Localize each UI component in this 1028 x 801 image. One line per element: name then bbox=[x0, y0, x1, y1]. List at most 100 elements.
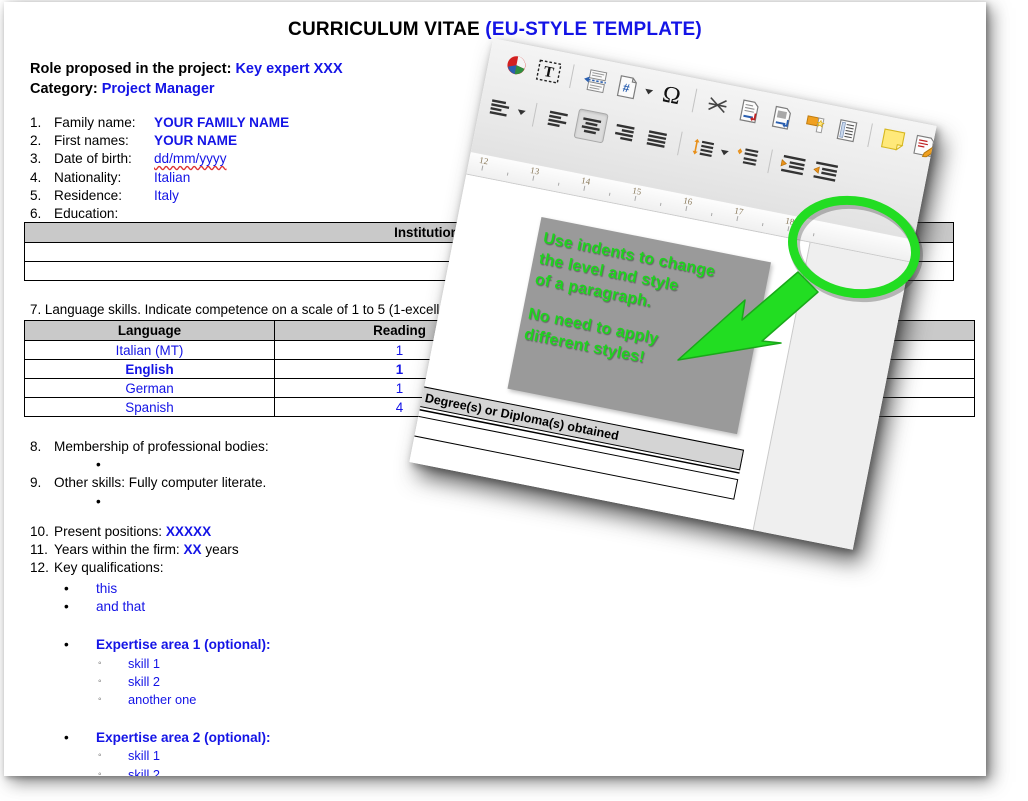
list-item-value: Italy bbox=[154, 187, 179, 203]
list-item-number: 4. bbox=[30, 169, 42, 185]
ruler-label: 13 bbox=[529, 165, 541, 177]
list-item-value: XX bbox=[183, 541, 202, 557]
list-item: 5. Residence: Italy bbox=[30, 187, 289, 205]
decrease-indent-button[interactable] bbox=[809, 156, 842, 189]
ruler-label: 17 bbox=[733, 205, 745, 217]
align-center-button[interactable] bbox=[573, 108, 609, 144]
separator bbox=[767, 149, 773, 174]
formatting-marks-icon[interactable] bbox=[701, 89, 734, 122]
qualification-text: this bbox=[96, 581, 118, 596]
qualification-item: • and that bbox=[30, 598, 271, 616]
list-item-number: 2. bbox=[30, 133, 42, 149]
qualification-text: skill 1 bbox=[128, 655, 160, 671]
insert-bookmark-icon[interactable] bbox=[798, 108, 831, 141]
ruler-label: 14 bbox=[580, 175, 592, 187]
list-item-label: Residence: bbox=[54, 187, 123, 203]
paragraph-spacing-icon[interactable] bbox=[731, 140, 764, 173]
qualification-subitem: ◦ skill 2 bbox=[30, 766, 271, 776]
list-item-label: Nationality: bbox=[54, 169, 122, 185]
ruler-label: 12 bbox=[478, 154, 490, 167]
qualification-subitem: ◦ skill 1 bbox=[30, 655, 271, 673]
insert-comment-icon[interactable] bbox=[877, 123, 910, 156]
list-item-label: Years within the firm: bbox=[54, 541, 184, 557]
list-item: 9. Other skills: Fully computer literate. bbox=[30, 474, 269, 492]
increase-indent-button[interactable] bbox=[777, 149, 810, 182]
text-box-icon[interactable]: T bbox=[532, 55, 565, 88]
cell-language[interactable]: German bbox=[24, 378, 275, 398]
list-item-number: 10. bbox=[30, 523, 49, 539]
cell-language[interactable]: Italian (MT) bbox=[24, 340, 275, 360]
insert-field-icon[interactable]: # bbox=[611, 71, 644, 104]
align-justified-button[interactable] bbox=[640, 122, 673, 155]
list-item-value: Italian bbox=[154, 169, 191, 185]
list-item-label: Present positions: bbox=[54, 523, 166, 539]
paragraph-style-icon[interactable] bbox=[483, 91, 516, 124]
align-right-button[interactable] bbox=[608, 116, 641, 149]
list-item-label: Education: bbox=[54, 205, 119, 221]
role-line: Role proposed in the project: Key expert… bbox=[30, 60, 343, 80]
qualification-subitem: ◦ another one bbox=[30, 691, 271, 709]
list-item-value: YOUR FAMILY NAME bbox=[154, 115, 290, 130]
list-item: 2. First names: YOUR NAME bbox=[30, 132, 289, 150]
list-item: 10. Present positions: XXXXX bbox=[30, 523, 269, 541]
page-title-blue: (EU-STYLE TEMPLATE) bbox=[485, 19, 702, 40]
bullet-item: • bbox=[30, 456, 269, 474]
separator bbox=[867, 123, 873, 148]
list-item: 4. Nationality: Italian bbox=[30, 169, 289, 187]
list-item-label: First names: bbox=[54, 133, 129, 149]
bullet-glyph: • bbox=[64, 730, 69, 746]
align-left-button[interactable] bbox=[541, 103, 574, 136]
qualification-subitem: ◦ skill 1 bbox=[30, 747, 271, 765]
special-character-icon[interactable]: Ω bbox=[655, 79, 688, 112]
qualification-text: skill 2 bbox=[128, 766, 160, 776]
category-value: Project Manager bbox=[101, 80, 215, 97]
page-title-black: CURRICULUM VITAE bbox=[288, 19, 486, 40]
role-label: Role proposed in the project: bbox=[30, 61, 236, 77]
qualification-text: Expertise area 2 (optional): bbox=[96, 730, 271, 746]
bullet-glyph: ◦ bbox=[98, 694, 102, 706]
separator bbox=[691, 88, 698, 113]
list-item-label: Date of birth: bbox=[54, 151, 132, 167]
chevron-down-icon[interactable] bbox=[517, 108, 526, 116]
insert-endnote-icon[interactable] bbox=[766, 101, 799, 134]
list-item-number: 5. bbox=[30, 187, 42, 203]
cell-language[interactable]: Spanish bbox=[24, 397, 275, 417]
list-item-value: YOUR NAME bbox=[154, 133, 238, 149]
cell-language[interactable]: English bbox=[24, 359, 275, 379]
qualification-item: • this bbox=[30, 580, 271, 598]
list-item-value: XXXXX bbox=[165, 523, 212, 539]
bullet-item: • bbox=[30, 493, 269, 511]
qualification-text: skill 1 bbox=[128, 748, 160, 764]
bullet-glyph: ◦ bbox=[98, 768, 102, 776]
ruler-label: 18 bbox=[784, 215, 796, 228]
chart-icon[interactable] bbox=[500, 49, 533, 82]
list-item-number: 8. bbox=[30, 439, 42, 454]
list-item-number: 11. bbox=[30, 541, 48, 557]
ruler-label: 15 bbox=[631, 185, 643, 197]
insert-footnote-icon[interactable] bbox=[733, 95, 766, 128]
page-break-icon[interactable] bbox=[578, 64, 611, 97]
bullet-glyph: • bbox=[96, 457, 101, 473]
bullet-glyph: ◦ bbox=[98, 657, 102, 669]
list-item-number: 12. bbox=[30, 560, 49, 576]
svg-text:T: T bbox=[542, 64, 555, 82]
chevron-down-icon[interactable] bbox=[720, 149, 729, 156]
list-item-label: Family name: bbox=[54, 115, 136, 130]
insert-index-entry-icon[interactable] bbox=[831, 114, 864, 147]
list-item-number: 3. bbox=[30, 151, 42, 167]
bullet-glyph: • bbox=[64, 599, 69, 615]
list-item-number: 1. bbox=[30, 115, 42, 130]
qualification-text: skill 2 bbox=[128, 673, 160, 689]
role-category-block: Role proposed in the project: Key expert… bbox=[30, 60, 343, 99]
separator bbox=[677, 131, 683, 156]
list-item-label: Key qualifications: bbox=[54, 560, 164, 576]
personal-details-list: 1. Family name: YOUR FAMILY NAME 2. First n… bbox=[30, 114, 289, 223]
key-qualifications-list: • this • and that • Expertise area 1 (optio… bbox=[30, 580, 271, 776]
line-spacing-icon[interactable] bbox=[686, 132, 719, 165]
professional-details-list: 8. Membership of professional bodies: • 9… bbox=[30, 438, 269, 577]
list-item: 12. Key qualifications: bbox=[30, 559, 269, 577]
chevron-down-icon[interactable] bbox=[644, 88, 654, 95]
qualification-item: • Expertise area 1 (optional): bbox=[30, 636, 271, 654]
list-item-label: Membership of professional bodies: bbox=[54, 439, 269, 454]
